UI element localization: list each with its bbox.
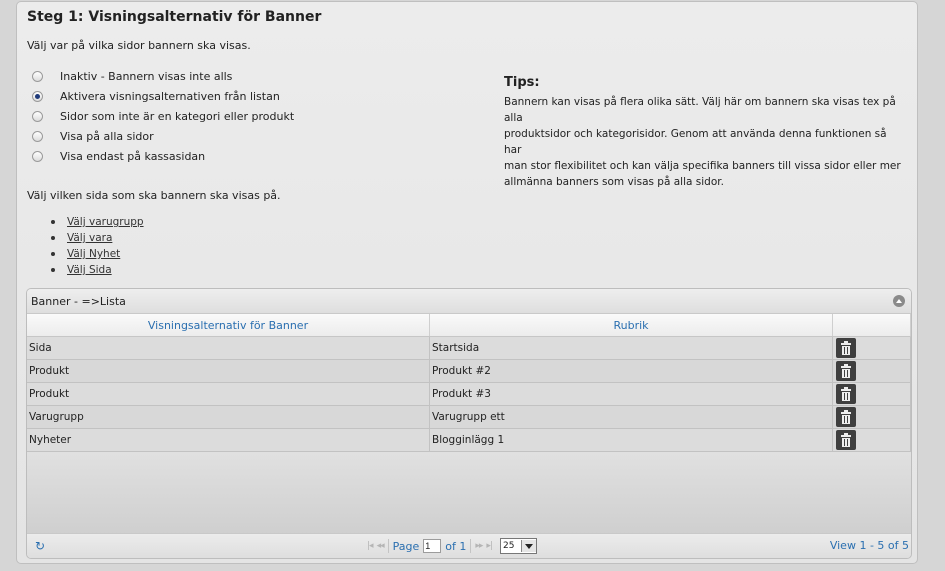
cell-display-option: Produkt bbox=[27, 383, 430, 405]
bullet-icon bbox=[51, 220, 55, 224]
table-row[interactable]: Produkt Produkt #3 bbox=[27, 383, 911, 406]
radio-icon[interactable] bbox=[32, 110, 43, 122]
first-page-icon[interactable]: |◂ bbox=[367, 541, 373, 551]
grid-empty-area bbox=[27, 453, 911, 535]
choose-page-label: Välj vilken sida som ska bannern ska vis… bbox=[27, 189, 281, 202]
step-title: Steg 1: Visningsalternativ för Banner bbox=[27, 9, 322, 25]
trash-icon[interactable] bbox=[836, 361, 856, 381]
radio-icon[interactable] bbox=[32, 70, 43, 82]
cell-title: Varugrupp ett bbox=[430, 406, 833, 428]
step-intro: Välj var på vilka sidor bannern ska visa… bbox=[27, 39, 251, 52]
link-choose-page[interactable]: Välj Sida bbox=[67, 264, 112, 276]
option-all-pages[interactable]: Visa på alla sidor bbox=[32, 126, 294, 146]
display-option-group: Inaktiv - Bannern visas inte alls Aktive… bbox=[32, 66, 294, 166]
radio-icon[interactable] bbox=[32, 90, 43, 102]
refresh-icon[interactable]: ↻ bbox=[35, 539, 45, 553]
tips-box: Tips: Bannern kan visas på flera olika s… bbox=[504, 75, 904, 190]
table-row[interactable]: Sida Startsida bbox=[27, 337, 911, 360]
chevron-down-icon[interactable] bbox=[520, 540, 536, 552]
link-choose-news[interactable]: Välj Nyhet bbox=[67, 248, 120, 260]
tips-title: Tips: bbox=[504, 75, 540, 90]
table-row[interactable]: Varugrupp Varugrupp ett bbox=[27, 406, 911, 429]
tips-line: man stor flexibilitet och kan välja spec… bbox=[504, 160, 901, 172]
banner-list-grid: Banner - =>Lista Visningsalternativ för … bbox=[26, 288, 912, 559]
option-inactive[interactable]: Inaktiv - Bannern visas inte alls bbox=[32, 66, 294, 86]
page-number-input[interactable] bbox=[423, 539, 442, 553]
choose-page-links: Välj varugrupp Välj vara Välj Nyhet Välj… bbox=[51, 214, 144, 278]
bullet-icon bbox=[51, 268, 55, 272]
cell-display-option: Sida bbox=[27, 337, 430, 359]
list-item: Välj Nyhet bbox=[51, 246, 144, 262]
cell-title: Produkt #2 bbox=[430, 360, 833, 382]
page-total-label: of 1 bbox=[445, 539, 467, 553]
trash-icon[interactable] bbox=[836, 407, 856, 427]
grid-caption: Banner - =>Lista bbox=[27, 289, 911, 314]
option-label: Visa på alla sidor bbox=[60, 129, 154, 143]
cell-actions bbox=[833, 406, 911, 428]
banner-settings-panel: Steg 1: Visningsalternativ för Banner Vä… bbox=[16, 1, 918, 564]
view-records-info: View 1 - 5 of 5 bbox=[829, 539, 909, 552]
cell-title: Startsida bbox=[430, 337, 833, 359]
option-label: Aktivera visningsalternativen från lista… bbox=[60, 89, 280, 103]
list-item: Välj varugrupp bbox=[51, 214, 144, 230]
last-page-icon[interactable]: ▸| bbox=[486, 541, 492, 551]
grid-body: Sida Startsida Produkt Produkt #2 Produk… bbox=[27, 337, 911, 452]
grid-caption-text: Banner - =>Lista bbox=[31, 294, 126, 308]
tips-line: Bannern kan visas på flera olika sätt. V… bbox=[504, 96, 896, 124]
tips-line: allmänna banners som visas på alla sidor… bbox=[504, 176, 724, 188]
cell-actions bbox=[833, 429, 911, 451]
trash-icon[interactable] bbox=[836, 384, 856, 404]
cell-display-option: Nyheter bbox=[27, 429, 430, 451]
trash-icon[interactable] bbox=[836, 338, 856, 358]
option-label: Inaktiv - Bannern visas inte alls bbox=[60, 69, 233, 83]
trash-icon[interactable] bbox=[836, 430, 856, 450]
rows-per-page-select[interactable]: 25 bbox=[499, 538, 537, 554]
cell-actions bbox=[833, 360, 911, 382]
table-row[interactable]: Nyheter Blogginlägg 1 bbox=[27, 429, 911, 452]
list-item: Välj vara bbox=[51, 230, 144, 246]
list-item: Välj Sida bbox=[51, 262, 144, 278]
option-label: Visa endast på kassasidan bbox=[60, 149, 206, 163]
pager-separator bbox=[470, 539, 472, 553]
cell-display-option: Varugrupp bbox=[27, 406, 430, 428]
column-header-title[interactable]: Rubrik bbox=[430, 314, 833, 336]
bullet-icon bbox=[51, 236, 55, 240]
grid-header: Visningsalternativ för Banner Rubrik bbox=[27, 314, 911, 337]
column-header-actions bbox=[833, 314, 911, 336]
option-label: Sidor som inte är en kategori eller prod… bbox=[60, 109, 295, 123]
pager-controls: |◂ ◂◂ Page of 1 ▸▸ ▸| 25 bbox=[367, 538, 537, 554]
collapse-icon[interactable] bbox=[893, 295, 905, 307]
radio-icon[interactable] bbox=[32, 130, 43, 142]
link-choose-product[interactable]: Välj vara bbox=[67, 232, 112, 244]
cell-title: Blogginlägg 1 bbox=[430, 429, 833, 451]
pager-separator bbox=[387, 539, 389, 553]
bullet-icon bbox=[51, 252, 55, 256]
tips-text: Bannern kan visas på flera olika sätt. V… bbox=[504, 94, 904, 190]
table-row[interactable]: Produkt Produkt #2 bbox=[27, 360, 911, 383]
cell-actions bbox=[833, 337, 911, 359]
next-page-icon[interactable]: ▸▸ bbox=[475, 541, 483, 551]
tips-line: produktsidor och kategorisidor. Genom at… bbox=[504, 128, 887, 156]
option-checkout-only[interactable]: Visa endast på kassasidan bbox=[32, 146, 294, 166]
cell-title: Produkt #3 bbox=[430, 383, 833, 405]
cell-actions bbox=[833, 383, 911, 405]
rows-per-page-value: 25 bbox=[502, 541, 515, 551]
prev-page-icon[interactable]: ◂◂ bbox=[377, 541, 385, 551]
cell-display-option: Produkt bbox=[27, 360, 430, 382]
grid-pager: ↻ |◂ ◂◂ Page of 1 ▸▸ ▸| 25 View 1 - 5 of… bbox=[27, 533, 911, 558]
link-choose-category[interactable]: Välj varugrupp bbox=[67, 216, 144, 228]
option-activate-list[interactable]: Aktivera visningsalternativen från lista… bbox=[32, 86, 294, 106]
column-header-display-option[interactable]: Visningsalternativ för Banner bbox=[27, 314, 430, 336]
page-label: Page bbox=[392, 539, 420, 553]
option-non-category-pages[interactable]: Sidor som inte är en kategori eller prod… bbox=[32, 106, 294, 126]
radio-icon[interactable] bbox=[32, 150, 43, 162]
